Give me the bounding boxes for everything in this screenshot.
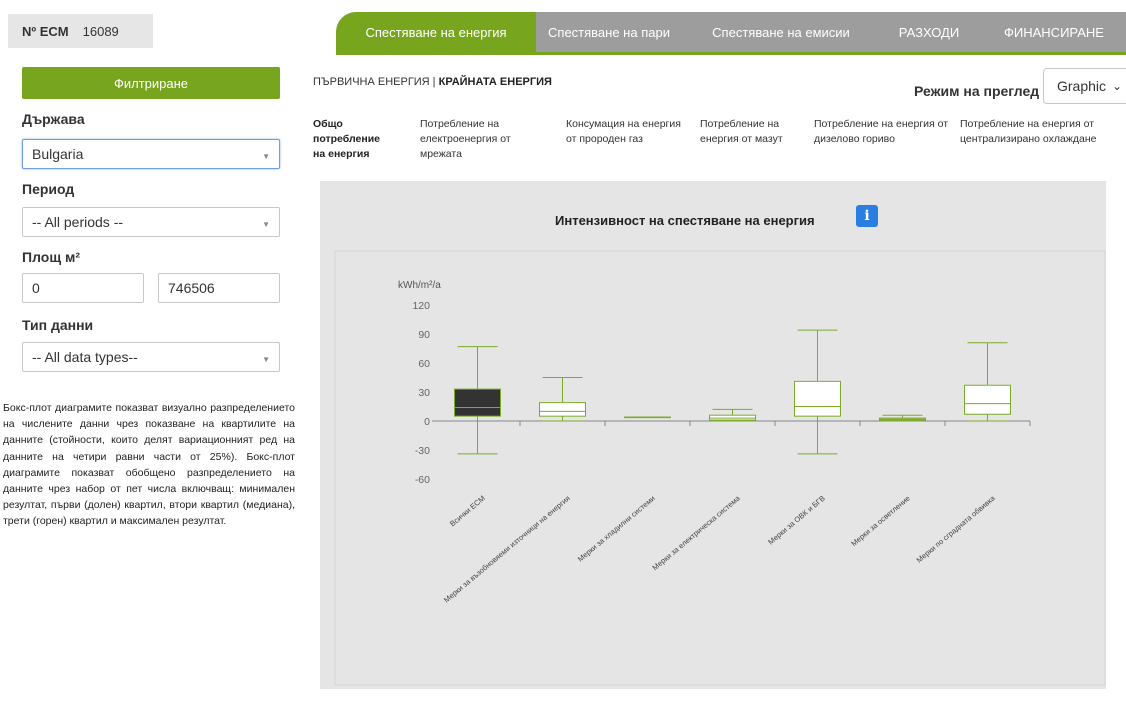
ecm-value: 16089: [82, 23, 119, 39]
y-axis-label: kWh/m²/a: [398, 280, 441, 291]
metric-natural-gas[interactable]: Консумация на енергия от пророден газ: [566, 117, 690, 147]
metric-district-cooling[interactable]: Потребление на енергия от централизирано…: [960, 117, 1110, 147]
boxplot-description: Бокс-плот диаграмите показват визуално р…: [3, 402, 295, 528]
ecm-number-box: Nº ECM 16089: [8, 14, 153, 48]
iqr-box: [794, 380, 841, 417]
boxplot-chart: kWh/m²/a-60-300306090120Всички ECMМерки …: [334, 250, 1106, 686]
energy-separator: |: [429, 76, 439, 88]
period-label: Период: [22, 181, 75, 197]
area-max-input[interactable]: 746506: [158, 273, 280, 303]
final-energy-link[interactable]: КРАЙНАТА ЕНЕРГИЯ: [439, 76, 552, 88]
country-value: Bulgaria: [32, 146, 84, 162]
iqr-box: [454, 388, 501, 417]
tab-costs[interactable]: РАЗХОДИ: [880, 12, 978, 52]
ecm-label: Nº ECM: [22, 23, 69, 39]
chevron-down-icon: ▼: [262, 355, 270, 364]
primary-energy-link[interactable]: ПЪРВИЧНА ЕНЕРГИЯ: [313, 76, 430, 88]
period-value: -- All periods --: [32, 214, 124, 230]
metric-total-energy[interactable]: Общо потребление на енергия: [313, 117, 393, 162]
y-tick-label: 120: [412, 300, 430, 312]
tab-money-savings[interactable]: Спестяване на пари: [536, 12, 682, 52]
view-mode-label: Режим на преглед: [914, 83, 1040, 99]
tabs-underline: [336, 52, 1126, 55]
datatype-value: -- All data types--: [32, 349, 138, 365]
tab-emission-savings[interactable]: Спестяване на емисии: [682, 12, 880, 52]
metric-fuel-oil[interactable]: Потребление на енергия от мазут: [700, 117, 800, 147]
datatype-label: Тип данни: [22, 317, 94, 333]
tab-financing[interactable]: ФИНАНСИРАНЕ: [978, 12, 1126, 52]
y-tick-label: -60: [415, 474, 430, 486]
view-mode-value: Graphic: [1057, 78, 1107, 94]
view-mode-select[interactable]: Graphic ⌄: [1043, 68, 1126, 104]
country-select[interactable]: Bulgaria ▼: [22, 139, 280, 169]
chevron-down-icon: ▼: [262, 220, 270, 229]
y-tick-label: 0: [424, 416, 430, 428]
area-label: Площ м²: [22, 249, 81, 265]
iqr-box: [964, 384, 1011, 415]
country-label: Държава: [22, 111, 85, 127]
metric-grid-electricity[interactable]: Потребление на електроенергия от мрежата: [420, 117, 540, 162]
period-select[interactable]: -- All periods -- ▼: [22, 207, 280, 237]
tab-energy-savings[interactable]: Спестяване на енергия: [336, 12, 536, 52]
plot-frame: [334, 250, 1106, 686]
filter-button[interactable]: Филтриране: [22, 67, 280, 99]
metric-diesel[interactable]: Потребление на енергия от дизелово горив…: [814, 117, 954, 147]
datatype-select[interactable]: -- All data types-- ▼: [22, 342, 280, 372]
iqr-box: [539, 402, 586, 417]
energy-type-switch: ПЪРВИЧНА ЕНЕРГИЯ | КРАЙНАТА ЕНЕРГИЯ: [313, 76, 552, 88]
area-min-input[interactable]: 0: [22, 273, 144, 303]
y-tick-label: 90: [418, 329, 430, 341]
chevron-down-icon: ⌄: [1111, 79, 1122, 93]
chevron-down-icon: ▼: [262, 152, 270, 161]
main-tabs: Спестяване на енергия Спестяване на пари…: [336, 12, 1126, 52]
y-tick-label: -30: [415, 445, 430, 457]
y-tick-label: 60: [418, 358, 430, 370]
y-tick-label: 30: [418, 387, 430, 399]
